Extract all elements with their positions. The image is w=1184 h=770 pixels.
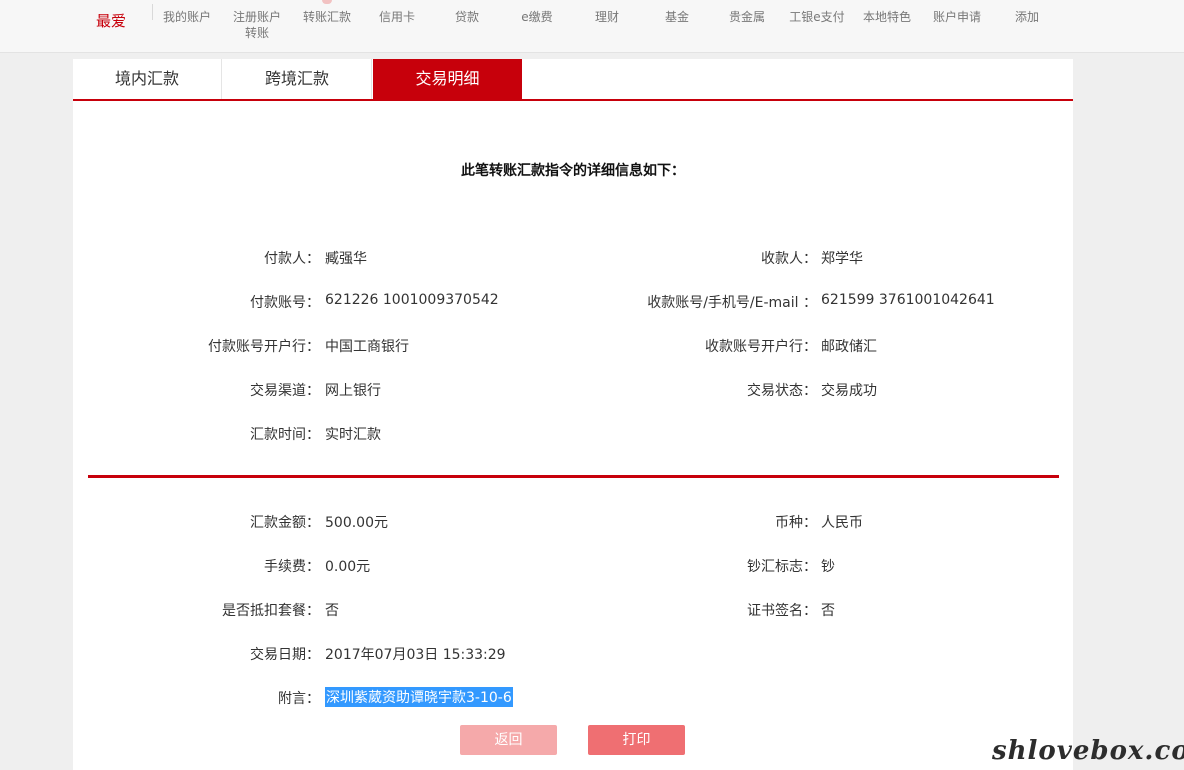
- payee-label: 收款人：: [761, 251, 817, 267]
- nav-item-add[interactable]: 添加: [992, 9, 1062, 25]
- payee-bank-label: 收款账号开户行：: [705, 339, 817, 355]
- nav-item-label: 我的账户: [162, 10, 211, 24]
- nav-item-e-payment[interactable]: e缴费: [502, 9, 572, 25]
- nav-item-icbc-e-pay[interactable]: 工银e支付: [782, 9, 852, 25]
- cert-sign-value: 否: [821, 603, 835, 619]
- date-value: 2017年07月03日 15:33:29: [325, 647, 506, 663]
- print-button[interactable]: 打印: [588, 725, 685, 755]
- nav-item-transfer[interactable]: 转账汇款: [292, 0, 362, 25]
- detail-heading: 此笔转账汇款指令的详细信息如下：: [461, 163, 685, 179]
- payer-account-value: 621226 1001009370542: [325, 292, 499, 308]
- cash-flag-label: 钞汇标志：: [747, 559, 817, 575]
- nav-item-label: 基金: [664, 10, 689, 24]
- nav-item-credit-card[interactable]: 信用卡: [362, 9, 432, 25]
- payer-label: 付款人：: [264, 251, 320, 267]
- remit-time-label: 汇款时间：: [250, 427, 320, 443]
- channel-label: 交易渠道：: [250, 383, 320, 399]
- channel-value: 网上银行: [325, 383, 381, 399]
- payer-bank-label: 付款账号开户行：: [208, 339, 320, 355]
- package-value: 否: [325, 603, 339, 619]
- nav-item-label: 本地特色: [862, 10, 911, 24]
- payer-value: 臧强华: [325, 251, 367, 267]
- currency-value: 人民币: [821, 515, 863, 531]
- nav-item-register-transfer[interactable]: 注册账户 转账: [222, 9, 292, 41]
- remit-time-value: 实时汇款: [325, 427, 381, 443]
- payee-account-label: 收款账号/手机号/E-mail ：: [647, 295, 817, 311]
- amount-label: 汇款金额：: [250, 515, 320, 531]
- currency-label: 币种：: [775, 515, 817, 531]
- payer-account-label: 付款账号：: [250, 295, 320, 311]
- nav-item-account-apply[interactable]: 账户申请: [922, 9, 992, 25]
- nav-item-my-account[interactable]: 我的账户: [152, 9, 222, 25]
- payee-value: 郑学华: [821, 251, 863, 267]
- nav-item-label: 工银e支付: [789, 10, 845, 24]
- remark-label: 附言：: [278, 691, 320, 707]
- nav-item-label: e缴费: [521, 10, 553, 24]
- cert-sign-label: 证书签名：: [747, 603, 817, 619]
- nav-item-local-features[interactable]: 本地特色: [852, 9, 922, 25]
- nav-item-label: 贵金属: [728, 10, 765, 24]
- status-value: 交易成功: [821, 383, 877, 399]
- tab-bar: 境内汇款 跨境汇款 交易明细: [73, 59, 1073, 99]
- date-label: 交易日期：: [250, 647, 320, 663]
- back-button[interactable]: 返回: [460, 725, 557, 755]
- nav-item-fund[interactable]: 基金: [642, 9, 712, 25]
- status-label: 交易状态：: [747, 383, 817, 399]
- nav-indicator-icon: [322, 0, 332, 4]
- tab-domestic-remittance[interactable]: 境内汇款: [73, 59, 222, 99]
- tab-transaction-details[interactable]: 交易明细: [373, 59, 522, 99]
- section-divider: [88, 475, 1059, 478]
- watermark: shlovebox.com: [992, 736, 1184, 766]
- nav-item-wealth[interactable]: 理财: [572, 9, 642, 25]
- nav-item-label: 添加: [1014, 10, 1039, 24]
- fee-value: 0.00元: [325, 559, 371, 575]
- nav-item-loan[interactable]: 贷款: [432, 9, 502, 25]
- nav-item-label: 信用卡: [378, 10, 415, 24]
- package-label: 是否抵扣套餐：: [222, 603, 320, 619]
- nav-item-label: 账户申请: [932, 10, 981, 24]
- nav-favorite[interactable]: 最爱: [96, 10, 126, 31]
- payee-bank-value: 邮政储汇: [821, 339, 877, 355]
- nav-item-precious-metals[interactable]: 贵金属: [712, 9, 782, 25]
- tab-cross-border-remittance[interactable]: 跨境汇款: [223, 59, 372, 99]
- top-navigation: 最爱 我的账户 注册账户 转账 转账汇款 信用卡 贷款 e缴费 理财 基金 贵金…: [0, 0, 1184, 53]
- amount-value: 500.00元: [325, 515, 388, 531]
- nav-item-label: 理财: [594, 10, 619, 24]
- nav-item-label: 贷款: [454, 10, 479, 24]
- nav-item-label: 转账汇款: [302, 10, 351, 24]
- transaction-detail-panel: 境内汇款 跨境汇款 交易明细 此笔转账汇款指令的详细信息如下： 付款人： 臧强华…: [73, 59, 1073, 770]
- nav-item-label: 注册账户 转账: [232, 10, 281, 40]
- payee-account-value: 621599 3761001042641: [821, 292, 995, 308]
- fee-label: 手续费：: [264, 559, 320, 575]
- tab-underline: [73, 99, 1073, 101]
- payer-bank-value: 中国工商银行: [325, 339, 409, 355]
- remark-value[interactable]: 深圳紫葳资助谭晓宇款3-10-6: [325, 687, 513, 707]
- cash-flag-value: 钞: [821, 559, 835, 575]
